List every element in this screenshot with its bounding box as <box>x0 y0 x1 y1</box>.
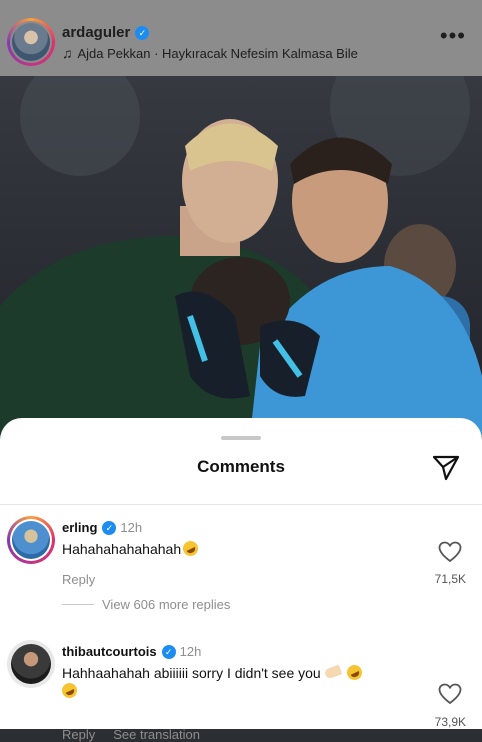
laughing-emoji-icon <box>180 538 201 559</box>
view-replies-button[interactable]: View 606 more replies <box>62 597 230 612</box>
comment-time: 12h <box>120 520 143 535</box>
comment-username[interactable]: erling ✓ 12h <box>62 520 142 535</box>
view-replies-text: View 606 more replies <box>102 597 231 612</box>
comment-username-text: erling <box>62 520 98 535</box>
post-photo[interactable] <box>0 76 482 436</box>
like-count: 71,5K <box>434 572 466 586</box>
username-text: ardaguler <box>62 24 131 41</box>
see-translation-button[interactable]: See translation <box>113 727 200 742</box>
commenter-avatar[interactable] <box>7 516 55 564</box>
replies-line <box>62 604 94 605</box>
like-count: 73,9K <box>434 715 466 729</box>
comment-text-content: Hahhaahahah abiiiiii sorry I didn't see … <box>62 665 321 681</box>
share-send-icon[interactable] <box>431 452 461 482</box>
rolling-laughing-emoji-icon <box>59 680 80 701</box>
more-options-icon[interactable]: ••• <box>440 25 466 47</box>
post-username[interactable]: ardaguler ✓ <box>62 24 150 41</box>
profile-avatar[interactable] <box>7 18 55 66</box>
commenter-avatar[interactable] <box>7 640 55 688</box>
like-heart-icon[interactable] <box>438 683 462 705</box>
song-title: Ajda Pekkan · Haykıracak Nefesim Kalmasa… <box>77 46 358 61</box>
music-note-icon: ♫ <box>62 45 73 61</box>
verified-badge-icon: ✓ <box>102 521 117 535</box>
comments-title: Comments <box>197 457 285 476</box>
reply-button[interactable]: Reply <box>62 727 95 742</box>
reply-button[interactable]: Reply <box>62 572 95 587</box>
sheet-grab-handle[interactable] <box>221 436 261 440</box>
comment-actions: Reply <box>62 572 113 587</box>
comment-text-content: Hahahahahahahah <box>62 541 182 557</box>
comment-text: Hahahahahahahah <box>62 538 392 559</box>
commenter-picture <box>11 644 51 684</box>
commenter-picture <box>12 521 50 559</box>
music-attribution[interactable]: ♫ Ajda Pekkan · Haykıracak Nefesim Kalmas… <box>62 45 358 61</box>
sheet-divider <box>0 504 482 505</box>
like-heart-icon[interactable] <box>438 541 462 563</box>
comment-username-text: thibautcourtois <box>62 644 157 659</box>
verified-badge-icon: ✓ <box>135 26 150 40</box>
comment-actions: Reply See translation <box>62 727 218 742</box>
photo-illustration <box>0 76 482 436</box>
verified-badge-icon: ✓ <box>161 645 176 659</box>
comment-time: 12h <box>179 644 202 659</box>
post-header: ardaguler ✓ ♫ Ajda Pekkan · Haykıracak Nef… <box>0 0 482 76</box>
comments-sheet: Comments erling ✓ 12h Hahahahahahahah Repl… <box>0 418 482 742</box>
profile-picture <box>12 23 50 61</box>
pointing-hand-emoji-icon <box>323 664 342 680</box>
comment-text: Hahhaahahah abiiiiii sorry I didn't see … <box>59 662 392 701</box>
comment-username[interactable]: thibautcourtois ✓ 12h <box>62 644 201 659</box>
rolling-laughing-emoji-icon <box>344 662 365 683</box>
